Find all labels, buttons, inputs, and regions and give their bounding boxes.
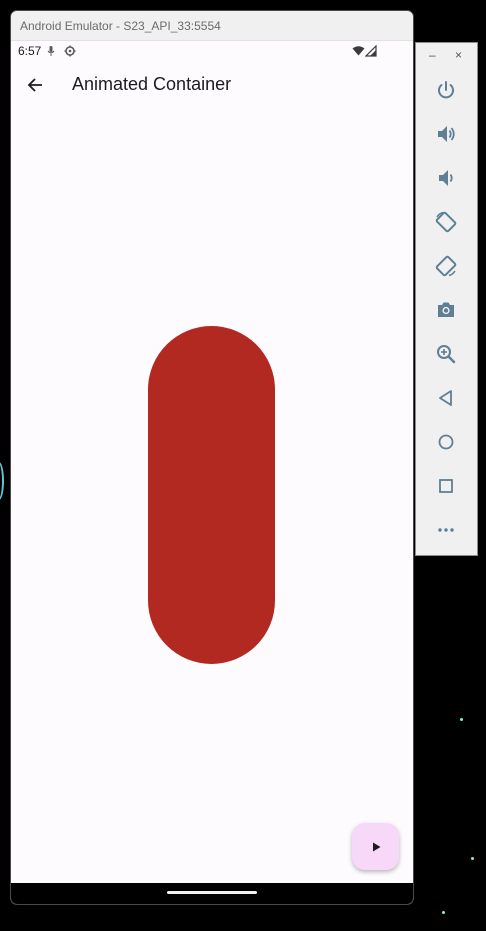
minimize-button[interactable]: – [429,49,436,61]
volume-up-button[interactable] [431,119,461,149]
close-button[interactable]: × [455,49,462,61]
desktop-dot [460,718,463,721]
gesture-handle[interactable] [167,891,257,894]
arrow-back-icon [27,78,42,92]
emulator-title: Android Emulator - S23_API_33:5554 [20,19,221,33]
status-time: 6:57 [18,44,42,58]
rotate-right-icon [435,255,457,277]
rotate-right-button[interactable] [431,251,461,281]
home-icon [438,434,454,450]
wifi-icon [352,44,365,56]
nav-back-button[interactable] [431,383,461,413]
nav-home-button[interactable] [431,427,461,457]
emulator-toolbar: – × [415,42,478,556]
signal-icon [364,44,377,57]
desktop: Android Emulator - S23_API_33:5554 6:57 [0,0,486,931]
desktop-dot [471,857,474,860]
rotate-left-icon [435,211,457,233]
play-icon [372,842,380,851]
nav-overview-button[interactable] [431,471,461,501]
microphone-icon [45,44,57,56]
more-icon [438,528,454,532]
play-button[interactable] [352,823,399,870]
back-button[interactable] [21,71,49,99]
camera-icon [438,302,454,317]
desktop-dot [442,911,445,914]
overview-icon [439,479,453,493]
zoom-button[interactable] [431,339,461,369]
rotate-left-button[interactable] [431,207,461,237]
volume-down-icon [439,170,453,186]
desktop-decoration [0,462,4,500]
more-button[interactable] [431,515,461,545]
app-bar: Animated Container [11,63,413,109]
page-title: Animated Container [72,74,232,94]
volume-down-button[interactable] [431,163,461,193]
zoom-icon [437,345,456,364]
power-icon [438,81,454,99]
emulator-window: Android Emulator - S23_API_33:5554 6:57 [10,10,414,905]
status-bar: 6:57 [11,41,413,61]
navigation-bar [11,883,413,904]
emulator-titlebar[interactable]: Android Emulator - S23_API_33:5554 [11,11,413,41]
screenshot-button[interactable] [431,295,461,325]
volume-up-icon [438,126,455,142]
settings-icon [64,44,76,57]
animated-container [148,326,275,664]
power-button[interactable] [431,75,461,105]
back-icon [439,390,452,406]
